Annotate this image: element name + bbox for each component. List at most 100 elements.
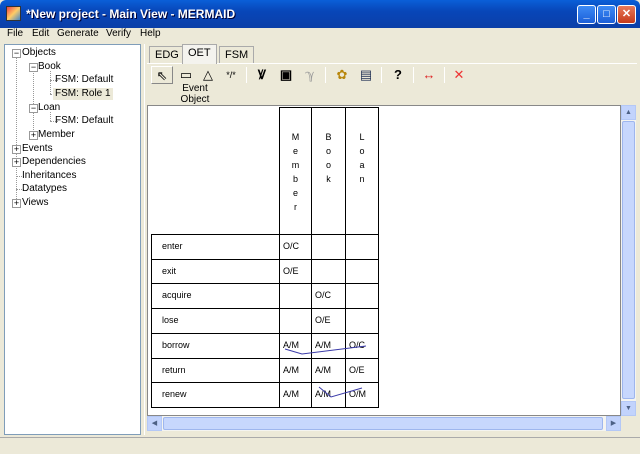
event-row-label[interactable]: return [151,358,280,383]
tab-fsm[interactable]: FSM [219,46,255,63]
expand-toggle[interactable]: + [12,199,21,208]
tree-item-book[interactable]: Book [38,61,61,73]
generate-icon[interactable]: ✿ [331,66,353,84]
menu-help[interactable]: Help [140,28,161,39]
tree-item-loan-fsm-default[interactable]: FSM: Default [55,115,113,127]
tool-r-icon[interactable]: ▣ [275,66,297,84]
separator [325,67,326,83]
tree-item-inheritances[interactable]: Inheritances [22,170,76,182]
tree-item-events[interactable]: Events [22,143,53,155]
event-row-label[interactable]: exit [151,259,280,284]
oet-canvas[interactable]: Me m b e r Bo o k Lo a n enter O/C exit O/E acquire O/C l… [147,105,621,416]
table-view-icon[interactable]: ▤ [355,66,377,84]
menu-edit[interactable]: Edit [32,28,49,39]
table-cell[interactable]: A/M [279,358,312,383]
table-cell[interactable] [279,308,312,334]
minimize-button[interactable]: _ [577,5,596,24]
table-cell[interactable]: O/C [279,234,312,260]
event-row-label[interactable]: enter [151,234,280,260]
menu-bar: File Edit Generate Verify Help [0,28,640,42]
expand-toggle[interactable]: + [12,158,21,167]
event-row-label[interactable]: lose [151,308,280,334]
table-cell[interactable] [345,234,379,260]
table-cell[interactable]: O/E [345,358,379,383]
event-row-label[interactable]: acquire [151,283,280,309]
tree-item-member[interactable]: Member [38,129,75,141]
expand-toggle[interactable]: + [12,145,21,154]
help-icon[interactable]: ? [387,66,409,84]
table-cell[interactable] [345,259,379,284]
table-cell[interactable]: A/M [311,333,346,359]
table-cell[interactable]: O/E [311,308,346,334]
scroll-left-button[interactable]: ◀ [147,416,162,431]
tree-line [50,71,51,94]
header-letter: m [291,160,300,170]
event-row-label[interactable]: borrow [151,333,280,359]
object-triangle-icon[interactable]: △ [197,66,219,84]
collapse-toggle[interactable]: − [29,63,38,72]
column-header-loan[interactable]: Loan [345,107,379,235]
label-line: Event [182,83,208,94]
star-transition-icon[interactable]: */* [220,66,242,84]
tree-item-datatypes[interactable]: Datatypes [22,183,67,195]
table-cell[interactable] [345,308,379,334]
label-line: Object [180,94,210,105]
table-cell[interactable]: A/M [279,333,312,359]
tool-t1-icon[interactable]: Ꝟ [251,66,273,84]
scroll-up-button[interactable]: ▲ [621,105,636,120]
separator [381,67,382,83]
select-pointer-icon[interactable]: ⇖ [151,66,173,84]
menu-generate[interactable]: Generate [57,28,99,39]
event-row-label[interactable]: renew [151,382,280,408]
table-cell[interactable] [279,283,312,309]
header-letter: b [292,174,298,184]
scroll-right-button[interactable]: ▶ [606,416,621,431]
tree-item-views[interactable]: Views [22,197,49,209]
maximize-button[interactable]: □ [597,5,616,24]
header-letter: n [359,174,365,184]
header-letter: e [292,188,298,198]
scroll-down-button[interactable]: ▼ [621,401,636,416]
table-cell[interactable]: O/E [279,259,312,284]
tab-oet[interactable]: OET [182,44,217,64]
tool-tooltip-label: Event Object [175,83,215,105]
tool-disabled-icon[interactable]: ℽ [299,66,321,84]
horizontal-scrollbar[interactable]: ◀ ▶ [147,416,621,431]
horizontal-scroll-thumb[interactable] [163,417,603,430]
table-cell[interactable]: O/M [345,382,379,408]
table-cell[interactable]: A/M [311,382,346,408]
tree-item-objects[interactable]: Objects [22,47,56,59]
header-letter: a [359,160,365,170]
table-cell[interactable] [311,234,346,260]
separator [246,67,247,83]
tree-item-dependencies[interactable]: Dependencies [22,156,86,168]
tab-edg[interactable]: EDG [149,46,185,63]
vertical-scroll-thumb[interactable] [622,121,635,399]
project-tree: − Objects − Book FSM: Default FSM: Role … [4,44,141,435]
header-letter: B [325,132,332,142]
tree-item-book-fsm-default[interactable]: FSM: Default [55,74,113,86]
column-header-member[interactable]: Member [279,107,312,235]
table-cell[interactable]: O/C [311,283,346,309]
table-cell[interactable] [311,259,346,284]
separator [413,67,414,83]
toolbar: ⇖ ▭ △ */* Ꝟ ▣ ℽ ✿ ▤ ? ↔ ✕ Event Object [147,63,637,107]
expand-toggle[interactable]: + [29,131,38,140]
table-cell[interactable]: O/C [345,333,379,359]
table-cell[interactable]: A/M [311,358,346,383]
close-button[interactable]: ✕ [617,5,636,24]
column-header-book[interactable]: Book [311,107,346,235]
menu-verify[interactable]: Verify [106,28,131,39]
event-rectangle-icon[interactable]: ▭ [175,66,197,84]
tree-item-book-fsm-role1[interactable]: FSM: Role 1 [53,88,113,100]
table-cell[interactable]: A/M [279,382,312,408]
tree-item-loan[interactable]: Loan [38,102,60,114]
header-letter: L [359,132,365,142]
arrow-icon[interactable]: ↔ [418,66,440,84]
collapse-toggle[interactable]: − [12,49,21,58]
table-cell[interactable] [345,283,379,309]
vertical-scrollbar[interactable]: ▲ ▼ [621,105,636,416]
delete-icon[interactable]: ✕ [448,66,470,84]
menu-file[interactable]: File [7,28,23,39]
collapse-toggle[interactable]: − [29,104,38,113]
